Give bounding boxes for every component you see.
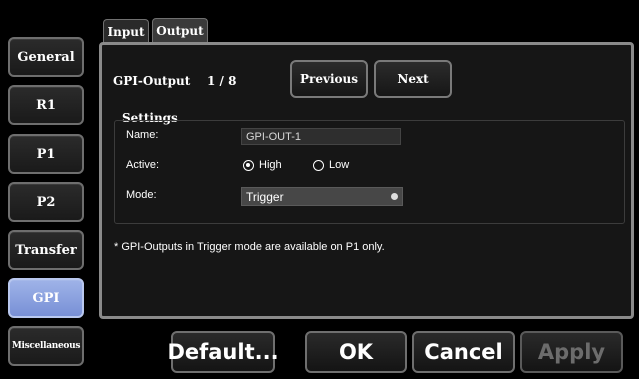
nav-p2-label: P2 — [36, 194, 56, 210]
nav-miscellaneous-label: Miscellaneous — [11, 341, 81, 351]
nav-transfer-label: Transfer — [15, 242, 77, 258]
default-button-label: Default... — [167, 340, 279, 364]
apply-button[interactable]: Apply — [520, 331, 623, 373]
mode-select[interactable]: Trigger — [241, 187, 403, 206]
trigger-note: * GPI-Outputs in Trigger mode are availa… — [114, 241, 385, 253]
nav-p1-label: P1 — [36, 146, 56, 162]
ok-button[interactable]: OK — [305, 331, 407, 373]
default-button[interactable]: Default... — [167, 331, 279, 373]
active-high-radio[interactable] — [243, 160, 254, 171]
tab-input[interactable]: Input — [103, 19, 149, 43]
active-low-label: Low — [329, 159, 350, 171]
cancel-button[interactable]: Cancel — [412, 331, 515, 373]
gpi-settings-window: General R1 P1 P2 Transfer GPI Miscellane… — [0, 0, 639, 379]
previous-button-label: Previous — [300, 72, 358, 86]
nav-p2-button[interactable]: P2 — [8, 182, 84, 222]
nav-general-button[interactable]: General — [8, 37, 84, 77]
mode-label: Mode: — [126, 189, 157, 201]
name-input[interactable]: GPI-OUT-1 — [241, 128, 401, 145]
active-label: Active: — [126, 159, 160, 171]
name-label: Name: — [126, 129, 159, 141]
nav-r1-label: R1 — [36, 97, 56, 113]
gpi-output-label: GPI-Output — [113, 74, 191, 88]
nav-gpi-button[interactable]: GPI — [8, 278, 84, 318]
active-high-label: High — [259, 159, 282, 171]
nav-r1-button[interactable]: R1 — [8, 85, 84, 125]
tab-input-label: Input — [107, 24, 145, 39]
apply-button-label: Apply — [537, 340, 606, 364]
active-low-radio[interactable] — [313, 160, 324, 171]
nav-gpi-label: GPI — [32, 290, 60, 306]
previous-button[interactable]: Previous — [290, 60, 368, 98]
nav-general-label: General — [17, 49, 75, 65]
gpi-output-counter: 1 / 8 — [207, 74, 237, 88]
name-input-value: GPI-OUT-1 — [246, 130, 302, 143]
cancel-button-label: Cancel — [424, 340, 503, 364]
nav-miscellaneous-button[interactable]: Miscellaneous — [8, 326, 84, 366]
tab-output-label: Output — [156, 24, 204, 38]
nav-p1-button[interactable]: P1 — [8, 134, 84, 174]
output-panel: GPI-Output 1 / 8 Previous Next Settings … — [99, 42, 634, 319]
settings-group: Name: GPI-OUT-1 Active: High Low Mode: T… — [114, 120, 625, 224]
ok-button-label: OK — [338, 340, 374, 364]
chevron-down-icon — [391, 193, 398, 200]
nav-transfer-button[interactable]: Transfer — [8, 230, 84, 270]
next-button[interactable]: Next — [374, 60, 452, 98]
mode-select-value: Trigger — [246, 189, 284, 204]
next-button-label: Next — [397, 72, 429, 86]
tab-output[interactable]: Output — [152, 18, 208, 43]
